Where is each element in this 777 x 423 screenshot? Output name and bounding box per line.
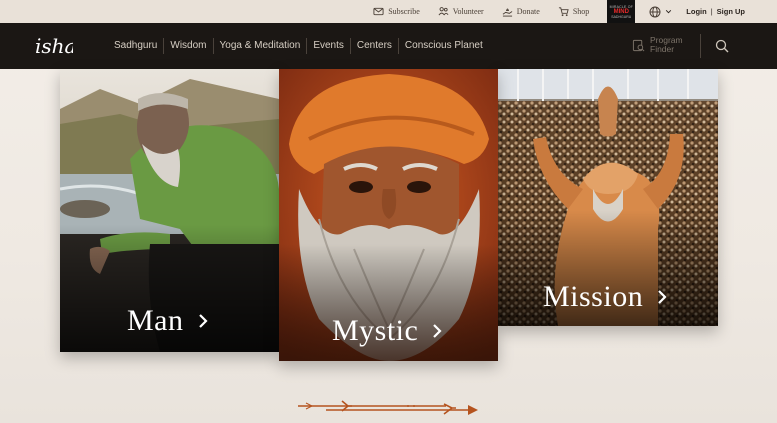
language-selector[interactable] [649,6,672,18]
auth-links: Login | Sign Up [686,7,745,16]
volunteer-label: Volunteer [452,7,484,16]
login-link[interactable]: Login [686,7,706,16]
card-mystic-title: Mystic [332,314,419,347]
main-nav: isha Sadhguru Wisdom Yoga & Meditation E… [0,23,777,69]
chevron-right-icon [198,314,208,328]
card-mystic-label[interactable]: Mystic [332,314,442,348]
card-mission-label[interactable]: Mission [543,280,667,314]
nav-item-sadhguru[interactable]: Sadhguru [108,38,165,54]
nav-item-wisdom[interactable]: Wisdom [164,38,214,54]
chevron-down-icon [666,10,672,14]
chevron-right-icon [658,290,667,304]
card-man[interactable]: Man [60,69,279,352]
card-man-title: Man [127,304,184,337]
subscribe-label: Subscribe [388,7,420,16]
nav-item-conscious-planet[interactable]: Conscious Planet [399,38,489,54]
mail-icon [373,7,384,16]
shop-label: Shop [572,7,590,16]
donate-hand-icon [502,8,513,17]
search-icon[interactable] [715,39,729,53]
globe-icon [649,6,661,17]
shop-link[interactable]: Shop [558,6,589,17]
isha-logo[interactable]: isha [33,31,73,61]
subscribe-link[interactable]: Subscribe [373,6,420,17]
volunteer-link[interactable]: Volunteer [438,6,484,17]
nav-item-centers[interactable]: Centers [351,38,399,54]
nav-divider [700,34,701,58]
miracle-of-mind-badge[interactable]: MIRACLE OF MIND SADHGURU [607,0,636,23]
card-mission-title: Mission [543,280,644,313]
people-icon [438,7,449,16]
nav-menu: Sadhguru Wisdom Yoga & Meditation Events… [108,23,489,69]
program-finder-icon [632,39,645,51]
program-finder-line2: Finder [650,44,675,54]
card-mystic[interactable]: Mystic [279,69,498,361]
auth-separator: | [710,7,713,16]
logo-text: isha [35,34,73,58]
cart-icon [558,7,569,17]
program-finder-button[interactable]: Program Finder [632,36,683,54]
card-man-label[interactable]: Man [127,304,208,338]
signup-link[interactable]: Sign Up [717,7,745,16]
donate-label: Donate [516,7,540,16]
donate-link[interactable]: Donate [502,6,540,17]
badge-bottom-text: SADHGURU [611,14,632,19]
chevron-right-icon [433,324,442,338]
arrow-ornament-divider [298,400,478,415]
nav-item-events[interactable]: Events [307,38,351,54]
nav-item-yoga-meditation[interactable]: Yoga & Meditation [214,38,308,54]
utility-bar: Subscribe Volunteer Donate Shop MIRACLE … [0,0,777,23]
card-mission[interactable]: Mission [498,69,718,326]
